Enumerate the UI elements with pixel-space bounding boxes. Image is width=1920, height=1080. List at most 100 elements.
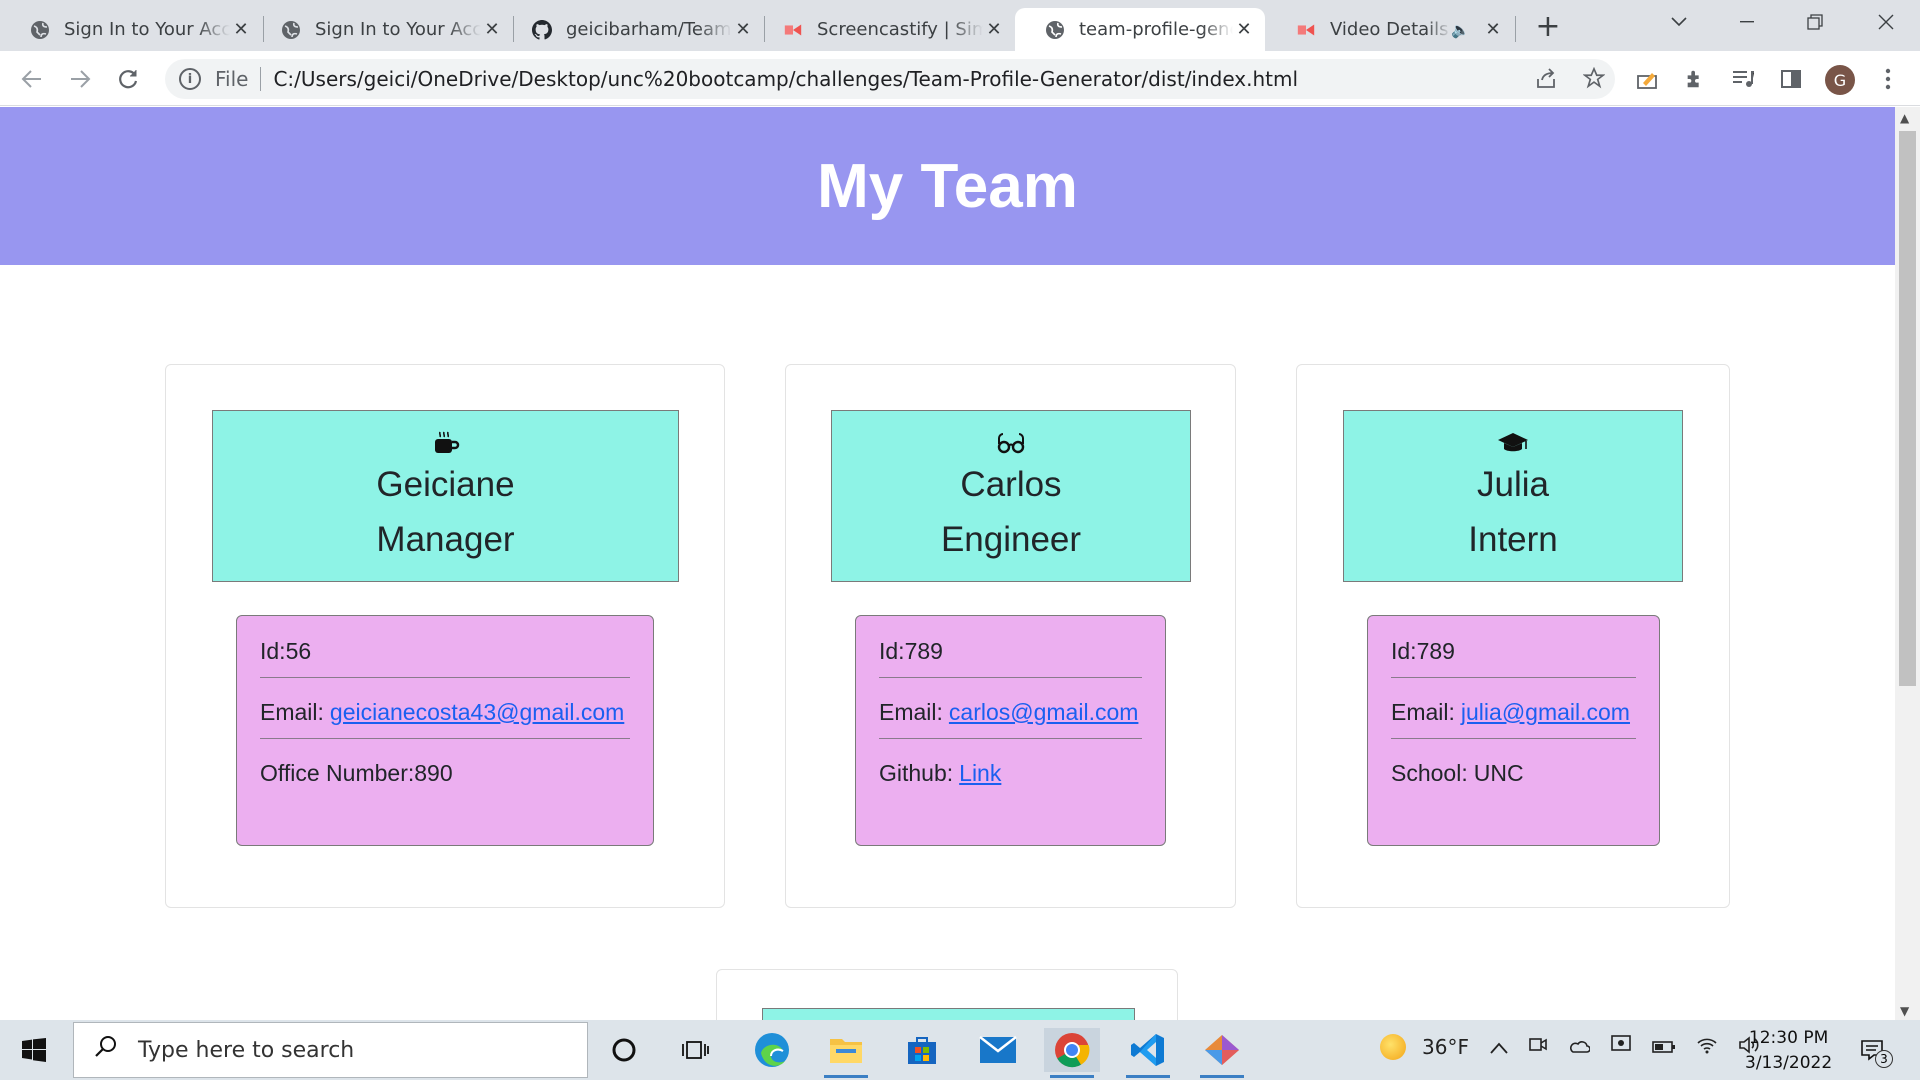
page-scrollbar[interactable]: ▲ ▼ bbox=[1895, 107, 1920, 1020]
employee-email: Email: geicianecosta43@gmail.com bbox=[260, 699, 630, 739]
taskbar-search-box[interactable]: Type here to search bbox=[73, 1022, 588, 1078]
notifications-button[interactable]: 3 bbox=[1855, 1034, 1893, 1068]
file-explorer-icon[interactable] bbox=[818, 1028, 874, 1078]
mail-icon[interactable] bbox=[970, 1028, 1026, 1072]
site-info-icon[interactable]: i bbox=[179, 68, 201, 90]
sun-icon bbox=[1380, 1034, 1406, 1060]
tab-video-details[interactable]: Video Details - Screencastify 🔈 ✕ bbox=[1266, 8, 1514, 51]
email-link[interactable]: carlos@gmail.com bbox=[949, 699, 1139, 726]
employee-role: Engineer bbox=[940, 520, 1082, 559]
tab-search-chevron-icon[interactable] bbox=[1659, 8, 1699, 36]
browser-menu-icon[interactable] bbox=[1873, 64, 1903, 94]
tab-sign-in-2[interactable]: Sign In to Your Account ✕ bbox=[251, 8, 513, 51]
tab-close-icon[interactable]: ✕ bbox=[983, 19, 1005, 41]
windows-taskbar: Type here to search 36°F 12:30 PM 3/13/2… bbox=[0, 1020, 1920, 1080]
weather-temperature: 36°F bbox=[1422, 1035, 1469, 1059]
employee-name: Carlos bbox=[960, 465, 1062, 504]
task-view-icon[interactable] bbox=[668, 1028, 724, 1072]
employee-info-box: Id:789 Email: julia@gmail.com School: UNC bbox=[1367, 615, 1660, 846]
chrome-icon[interactable] bbox=[1044, 1028, 1100, 1078]
battery-icon[interactable] bbox=[1652, 1035, 1676, 1059]
address-separator bbox=[260, 67, 262, 91]
tab-close-icon[interactable]: ✕ bbox=[1482, 19, 1504, 41]
tab-close-icon[interactable]: ✕ bbox=[732, 19, 754, 41]
card-header: Geiciane Manager bbox=[212, 410, 679, 582]
chevron-up-icon[interactable] bbox=[1490, 1035, 1508, 1059]
employee-card-partial bbox=[716, 969, 1178, 1020]
system-tray bbox=[1490, 1034, 1760, 1059]
scroll-down-arrow-icon[interactable]: ▼ bbox=[1900, 1004, 1909, 1018]
browser-tab-strip: Sign In to Your Account ✕ Sign In to You… bbox=[0, 0, 1920, 51]
minimize-button[interactable] bbox=[1727, 8, 1767, 36]
employee-email: Email: carlos@gmail.com bbox=[879, 699, 1142, 739]
tab-close-icon[interactable]: ✕ bbox=[1233, 19, 1255, 41]
back-button[interactable] bbox=[16, 63, 48, 95]
github-desktop-icon[interactable] bbox=[1194, 1028, 1250, 1078]
employee-card-manager: Geiciane Manager Id:56 Email: geicianeco… bbox=[165, 364, 725, 908]
url-text[interactable]: C:/Users/geici/OneDrive/Desktop/unc%20bo… bbox=[273, 67, 1298, 91]
employee-name: Geiciane bbox=[376, 465, 515, 504]
card-header bbox=[762, 1008, 1135, 1020]
close-window-button[interactable] bbox=[1866, 8, 1906, 36]
new-tab-button[interactable]: + bbox=[1534, 9, 1562, 44]
mug-icon bbox=[432, 429, 460, 457]
profile-avatar[interactable]: G bbox=[1825, 65, 1855, 95]
speaker-icon[interactable]: 🔈 bbox=[1451, 21, 1470, 39]
onedrive-icon[interactable] bbox=[1568, 1035, 1591, 1059]
address-bar[interactable]: i File C:/Users/geici/OneDrive/Desktop/u… bbox=[165, 59, 1615, 99]
globe-icon bbox=[30, 20, 50, 40]
notification-count-badge: 3 bbox=[1875, 1050, 1893, 1068]
microsoft-store-icon[interactable] bbox=[894, 1028, 950, 1072]
media-controls-icon[interactable] bbox=[1728, 64, 1758, 94]
globe-icon bbox=[1045, 20, 1065, 40]
tab-screencastify[interactable]: Screencastify | Simple Screen Recorder ✕ bbox=[753, 8, 1015, 51]
github-link[interactable]: Link bbox=[959, 760, 1001, 787]
taskbar-clock[interactable]: 12:30 PM 3/13/2022 bbox=[1745, 1026, 1832, 1076]
tab-title: Sign In to Your Account bbox=[315, 19, 481, 40]
search-icon bbox=[94, 1035, 118, 1065]
tab-close-icon[interactable]: ✕ bbox=[230, 19, 252, 41]
vscode-icon[interactable] bbox=[1120, 1028, 1176, 1078]
tab-title: Video Details - Screencastify bbox=[1330, 19, 1451, 40]
tab-sign-in-1[interactable]: Sign In to Your Account ✕ bbox=[0, 8, 262, 51]
tab-close-icon[interactable]: ✕ bbox=[481, 19, 503, 41]
screencastify-icon bbox=[1296, 20, 1316, 40]
scroll-up-arrow-icon[interactable]: ▲ bbox=[1900, 111, 1909, 125]
glasses-icon bbox=[996, 429, 1026, 457]
team-banner: My Team bbox=[0, 107, 1895, 265]
weather-widget[interactable]: 36°F bbox=[1380, 1034, 1469, 1060]
tab-team-profile-generator[interactable]: team-profile-generator ✕ bbox=[1015, 8, 1265, 51]
screencastify-icon bbox=[783, 20, 803, 40]
globe-icon bbox=[281, 20, 301, 40]
start-button[interactable] bbox=[14, 1034, 54, 1066]
reload-button[interactable] bbox=[112, 63, 144, 95]
share-icon[interactable] bbox=[1535, 67, 1557, 95]
page-viewport: My Team Geiciane Manager Id:56 Email: ge… bbox=[0, 107, 1895, 1020]
page-title: My Team bbox=[817, 151, 1078, 221]
restore-button[interactable] bbox=[1795, 8, 1835, 36]
tab-title: geicibarham/Team-Profile-Generator bbox=[566, 19, 732, 40]
extensions-puzzle-icon[interactable] bbox=[1680, 64, 1710, 94]
clock-time: 12:30 PM bbox=[1748, 1028, 1829, 1048]
screencastify-extension-icon[interactable] bbox=[1632, 64, 1662, 94]
cortana-icon[interactable] bbox=[596, 1028, 652, 1072]
employee-id: Id:789 bbox=[1391, 638, 1636, 678]
email-link[interactable]: geicianecosta43@gmail.com bbox=[330, 699, 624, 726]
screen-icon[interactable] bbox=[1610, 1034, 1632, 1059]
forward-button[interactable] bbox=[64, 63, 96, 95]
employee-office-number: Office Number: 890 bbox=[260, 760, 453, 786]
scheme-label: File bbox=[215, 67, 249, 91]
side-panel-icon[interactable] bbox=[1776, 64, 1806, 94]
employee-id: Id:789 bbox=[879, 638, 1142, 678]
scroll-thumb[interactable] bbox=[1899, 131, 1916, 686]
card-header: Julia Intern bbox=[1343, 410, 1683, 582]
bookmark-star-icon[interactable] bbox=[1582, 66, 1606, 95]
meet-now-icon[interactable] bbox=[1528, 1034, 1548, 1059]
employee-role: Manager bbox=[376, 520, 515, 559]
email-link[interactable]: julia@gmail.com bbox=[1461, 699, 1630, 726]
employee-id: Id:56 bbox=[260, 638, 630, 678]
tab-github[interactable]: geicibarham/Team-Profile-Generator ✕ bbox=[502, 8, 764, 51]
wifi-icon[interactable] bbox=[1696, 1035, 1718, 1059]
employee-github: Github: Link bbox=[879, 760, 1002, 787]
edge-browser-icon[interactable] bbox=[744, 1028, 800, 1072]
